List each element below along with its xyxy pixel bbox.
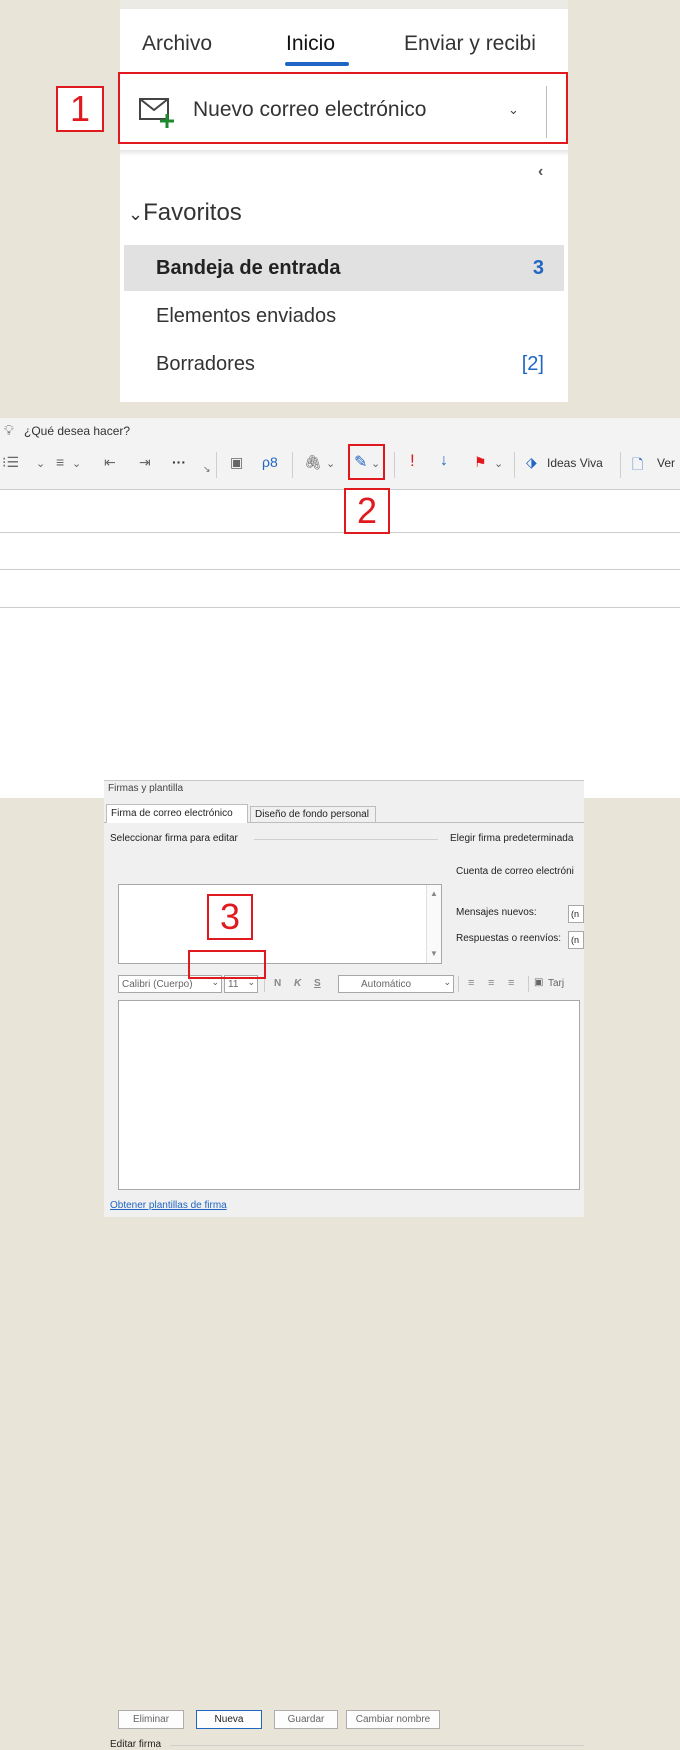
top-strip: [120, 0, 568, 9]
dialog-title: Firmas y plantilla: [108, 783, 184, 794]
address-book-icon[interactable]: ▣: [230, 454, 243, 471]
italic-button[interactable]: K: [294, 978, 301, 989]
ribbon-shadow: [120, 150, 568, 156]
chevron-down-icon[interactable]: ⌄: [36, 457, 45, 470]
folder-item-drafts[interactable]: Borradores [2]: [124, 341, 564, 387]
step-marker-1: 1: [56, 86, 104, 132]
tab-enviar-recibir[interactable]: Enviar y recibi: [404, 32, 536, 56]
tell-me-search[interactable]: ¿Qué desea hacer?: [24, 424, 130, 438]
ideas-icon[interactable]: ⬗: [526, 454, 537, 471]
outlook-mail-panel: Archivo Inicio Enviar y recibi Nuevo cor…: [120, 0, 568, 402]
align-icon[interactable]: ≡: [56, 454, 64, 470]
toolbar-divider: [216, 452, 217, 478]
underline-button[interactable]: S: [314, 978, 321, 989]
tab-label: Firma de correo electrónico: [111, 808, 233, 819]
delete-button[interactable]: Eliminar: [118, 1710, 184, 1729]
account-label: Cuenta de correo electróni: [456, 866, 574, 877]
get-signature-templates-link[interactable]: Obtener plantillas de firma: [110, 1200, 227, 1211]
scroll-down-icon[interactable]: ▼: [430, 949, 438, 958]
favorites-header[interactable]: ⌄Favoritos: [128, 199, 242, 227]
choose-default-label: Elegir firma predeterminada: [450, 833, 574, 844]
toolbar-divider: [292, 452, 293, 478]
ribbon-border: [0, 489, 680, 490]
highlight-box-1: [118, 72, 568, 144]
align-center-icon[interactable]: ≡: [488, 977, 494, 989]
scroll-up-icon[interactable]: ▲: [430, 889, 438, 898]
font-color-select[interactable]: Automático ⌄: [338, 975, 454, 993]
tab-email-signature[interactable]: Firma de correo electrónico: [106, 804, 248, 823]
highlight-box-2: [348, 444, 385, 480]
header-field-line: [0, 569, 680, 570]
folder-item-sent[interactable]: Elementos enviados: [124, 293, 564, 339]
folder-label: Elementos enviados: [156, 305, 337, 327]
align-right-icon[interactable]: ≡: [508, 977, 514, 989]
business-card-icon[interactable]: ▣: [534, 977, 543, 988]
toolbar-divider: [514, 452, 515, 478]
select-value: (n: [571, 909, 580, 919]
dialog-launcher-icon[interactable]: ↘: [203, 464, 211, 475]
new-messages-label: Mensajes nuevos:: [456, 907, 537, 918]
active-tab-underline: [285, 62, 349, 66]
folder-label: Bandeja de entrada: [156, 257, 341, 279]
lightbulb-icon: 💡︎: [4, 422, 14, 438]
header-field-line: [0, 607, 680, 608]
step-marker-2: 2: [344, 488, 390, 534]
toolbar-divider: [528, 976, 529, 992]
toolbar-divider: [458, 976, 459, 992]
select-value: (n: [571, 935, 580, 945]
tab-inicio[interactable]: Inicio: [286, 32, 335, 56]
new-messages-select[interactable]: (n: [568, 905, 584, 923]
draft-count: [2]: [521, 353, 544, 375]
chevron-down-icon[interactable]: ⌄: [494, 457, 503, 470]
favorites-label: Favoritos: [143, 199, 242, 226]
chevron-down-icon: ⌄: [128, 204, 144, 224]
chevron-down-icon[interactable]: ⌄: [443, 977, 451, 988]
replies-label: Respuestas o reenvíos:: [456, 933, 562, 944]
folder-label: Borradores: [156, 353, 255, 375]
chevron-down-icon[interactable]: ⌄: [326, 457, 335, 470]
more-options-icon[interactable]: ···: [172, 454, 186, 470]
signature-list[interactable]: [118, 884, 442, 964]
rename-button[interactable]: Cambiar nombre: [346, 1710, 440, 1729]
folder-item-inbox[interactable]: Bandeja de entrada 3: [124, 245, 564, 291]
toolbar-divider: [394, 452, 395, 478]
bullet-list-icon[interactable]: ⁝☰: [2, 454, 19, 471]
decrease-indent-icon[interactable]: ⇤: [104, 454, 116, 471]
tab-archivo[interactable]: Archivo: [142, 32, 212, 56]
importance-high-icon[interactable]: !: [410, 451, 415, 471]
replies-select[interactable]: (n: [568, 931, 584, 949]
list-scrollbar[interactable]: ▲ ▼: [426, 885, 441, 963]
collapse-pane-icon[interactable]: ‹: [538, 163, 543, 181]
font-color-value: Automático: [361, 979, 412, 990]
bold-button[interactable]: N: [274, 978, 281, 989]
business-card-button[interactable]: Tarj: [548, 978, 564, 989]
group-line: [254, 839, 438, 840]
new-button[interactable]: Nueva: [196, 1710, 262, 1729]
align-left-icon[interactable]: ≡: [468, 977, 474, 989]
save-button[interactable]: Guardar: [274, 1710, 338, 1729]
font-size-value: 11: [228, 979, 239, 990]
importance-low-icon[interactable]: ↓: [440, 452, 448, 470]
signature-editor[interactable]: [118, 1000, 580, 1190]
tab-label: Diseño de fondo personal: [255, 809, 369, 820]
header-field-line: [0, 532, 680, 533]
edit-signature-label: Editar firma: [110, 1739, 162, 1750]
select-signature-label: Seleccionar firma para editar: [110, 833, 238, 844]
ideas-button[interactable]: Ideas Viva: [547, 456, 603, 470]
toolbar-divider: [620, 452, 621, 478]
unread-count: 3: [532, 257, 544, 279]
increase-indent-icon[interactable]: ⇥: [139, 454, 151, 471]
group-line: [170, 1745, 584, 1746]
attach-file-icon[interactable]: 🖇: [304, 454, 322, 471]
view-icon[interactable]: 🗋: [632, 454, 643, 478]
tab-personal-stationery[interactable]: Diseño de fondo personal: [250, 806, 376, 823]
chevron-down-icon[interactable]: ⌄: [72, 457, 81, 470]
step-marker-3: 3: [207, 894, 253, 940]
flag-icon[interactable]: ⚑: [474, 454, 487, 471]
check-names-icon[interactable]: ρ8: [262, 454, 278, 470]
compose-window: 💡︎ ¿Qué desea hacer? ⁝☰ ⌄ ≡ ⌄ ⇤ ⇥ ··· ↘ …: [0, 418, 680, 798]
highlight-box-3: [188, 950, 266, 979]
font-name-value: Calibri (Cuerpo): [122, 979, 193, 990]
view-button[interactable]: Ver: [657, 456, 675, 470]
